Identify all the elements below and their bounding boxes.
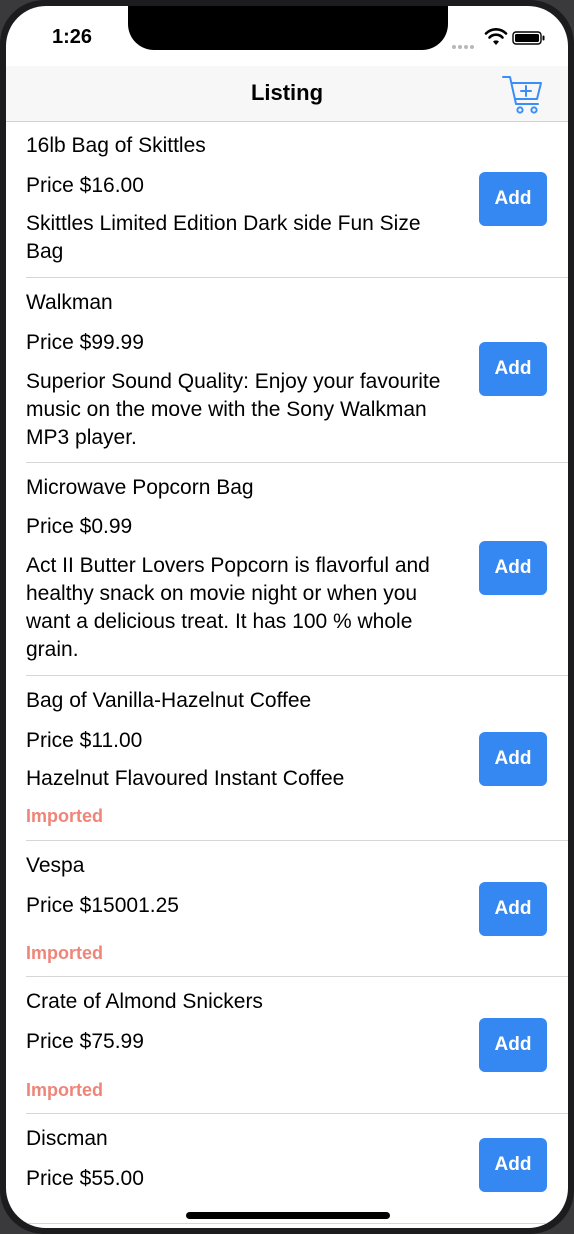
item-price: Price $16.00: [26, 174, 144, 197]
add-button[interactable]: Add: [479, 732, 547, 786]
item-name: Walkman: [26, 291, 113, 314]
item-name: 16lb Bag of Skittles: [26, 134, 206, 157]
add-button[interactable]: Add: [479, 172, 547, 226]
imported-badge: Imported: [26, 1080, 104, 1100]
list-item: 16lb Bag of Skittles Price $16.00 Skittl…: [6, 122, 568, 278]
item-price: Price $15001.25: [26, 894, 179, 917]
item-price: Price $11.00: [26, 729, 143, 752]
item-name: Bag of Vanilla-Hazelnut Coffee: [26, 689, 312, 712]
add-button[interactable]: Add: [479, 541, 547, 595]
item-description: Act II Butter Lovers Popcorn is flavorfu…: [26, 554, 430, 661]
cart-button[interactable]: [500, 72, 544, 116]
item-price: Price $75.99: [26, 1030, 144, 1053]
item-price: Price $55.00: [26, 1167, 144, 1190]
device-notch: [128, 6, 448, 50]
list-item: Bag of Vanilla-Hazelnut Coffee Price $11…: [6, 676, 568, 841]
add-button[interactable]: Add: [479, 1018, 547, 1072]
add-button[interactable]: Add: [479, 882, 547, 936]
list-item: Crate of Almond Snickers Price $75.99 Im…: [6, 977, 568, 1114]
item-name: Microwave Popcorn Bag: [26, 476, 254, 499]
cellular-signal-icon: [452, 36, 480, 49]
add-button[interactable]: Add: [479, 342, 547, 396]
list-item: Vespa Price $15001.25 Imported Add: [6, 841, 568, 977]
row-divider: [26, 1223, 568, 1224]
page-title: Listing: [250, 80, 324, 105]
list-item: Walkman Price $99.99 Superior Sound Qual…: [6, 278, 568, 463]
item-name: Crate of Almond Snickers: [26, 990, 263, 1013]
list-item: Discman Price $55.00 Add: [6, 1114, 568, 1224]
item-price: Price $0.99: [26, 515, 133, 538]
app-screen: 1:26 Listing 16lb Bag of Skittles Price …: [6, 6, 568, 1228]
imported-badge: Imported: [26, 806, 104, 826]
wifi-icon: [484, 28, 508, 45]
item-description: Skittles Limited Edition Dark side Fun S…: [26, 212, 421, 263]
home-indicator[interactable]: [186, 1212, 390, 1219]
item-description: Hazelnut Flavoured Instant Coffee: [26, 767, 345, 790]
item-price: Price $99.99: [26, 331, 144, 354]
item-name: Discman: [26, 1127, 108, 1150]
status-time: 1:26: [52, 26, 93, 48]
battery-icon: [512, 31, 545, 45]
cart-add-icon: [502, 76, 542, 114]
item-description: Superior Sound Quality: Enjoy your favou…: [26, 370, 441, 449]
navigation-bar: Listing: [6, 66, 568, 122]
list-item: Microwave Popcorn Bag Price $0.99 Act II…: [6, 463, 568, 676]
add-button[interactable]: Add: [479, 1138, 547, 1192]
imported-badge: Imported: [26, 943, 104, 963]
device-frame: 1:26 Listing 16lb Bag of Skittles Price …: [0, 0, 574, 1234]
item-name: Vespa: [26, 854, 85, 877]
